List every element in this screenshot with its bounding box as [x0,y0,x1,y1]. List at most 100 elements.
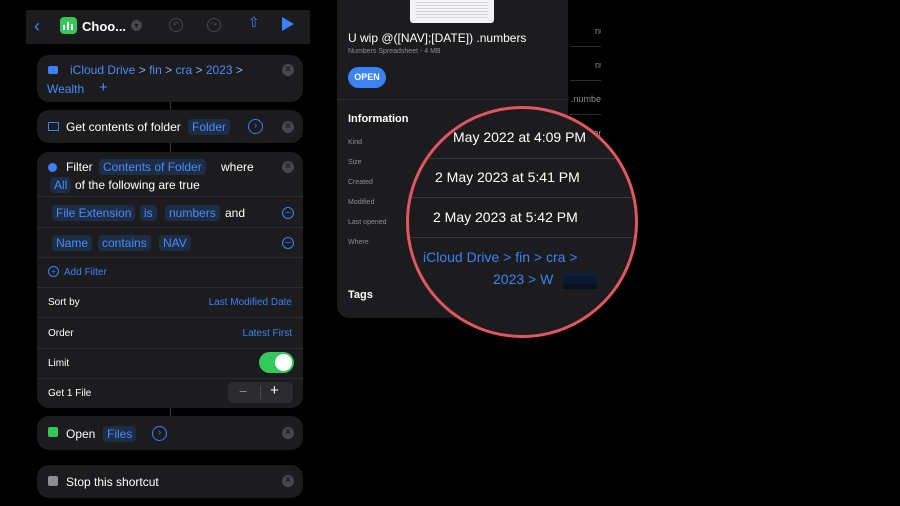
remove-condition-icon[interactable]: – [282,237,294,249]
share-icon[interactable]: ⇧ [248,14,260,31]
path-separator: > [165,63,173,77]
folder-list-icon [48,122,59,131]
numbers-app-icon [48,427,58,437]
divider [570,46,601,47]
magnifier-loupe: May 2022 at 4:09 PM 2 May 2023 at 5:41 P… [406,106,638,338]
shortcut-editor: ‹ Choo... ▾ ↶ ↷ ⇧ iCloud Drive > fin > c… [26,0,310,506]
redo-icon[interactable]: ↷ [207,18,221,32]
divider [37,227,303,228]
add-filter-button[interactable]: Add Filter [64,267,107,278]
chevron-right-icon[interactable]: › [248,119,263,134]
magnified-modified-date: 2 May 2023 at 5:41 PM [435,169,580,185]
condition-operator[interactable]: contains [98,235,151,251]
thumbnail-grid [416,2,488,19]
information-heading: Information [348,113,409,125]
shortcut-title[interactable]: Choo... [82,19,126,34]
condition-field[interactable]: Name [52,235,93,251]
condition-value[interactable]: NAV [159,235,191,251]
folder-icon [48,66,58,74]
remove-action-icon[interactable]: × [282,427,294,439]
background-file-name: numbers [595,60,601,70]
filter-action-card[interactable]: Filter Contents of Folder where All of t… [37,152,303,408]
divider [570,80,601,81]
background-file-name: .numbe [571,94,601,104]
decrement-icon[interactable]: − [239,383,247,399]
divider [570,114,601,115]
sort-by-value[interactable]: Last Modified Date [209,297,292,308]
info-where-label: Where [348,239,369,246]
magnified-where-path[interactable]: 2023 > W [493,271,553,287]
remove-action-icon[interactable]: × [282,121,294,133]
play-icon[interactable] [282,17,294,31]
remove-condition-icon[interactable]: – [282,207,294,219]
divider [409,158,635,159]
path-segment: cra [175,63,193,77]
remove-action-icon[interactable]: × [282,64,294,76]
condition-operator[interactable]: is [140,205,157,221]
following-label: of the following are true [75,178,200,192]
filter-icon [48,163,57,172]
open-button[interactable]: OPEN [348,67,386,88]
chevron-right-icon[interactable]: › [152,426,167,441]
stop-icon [48,476,58,486]
path-separator: > [138,63,146,77]
open-action-card[interactable]: Open Files › × [37,416,303,450]
increment-icon[interactable]: + [270,382,279,399]
stepper-divider [260,386,261,399]
get-contents-action-card[interactable]: Get contents of folder Folder › × [37,110,303,143]
path-separator: > [235,63,243,77]
action-connector [170,102,171,110]
sort-by-label: Sort by [48,297,80,308]
tags-heading: Tags [348,289,373,301]
files-variable-token[interactable]: Files [103,426,137,442]
path-segment: iCloud Drive [70,63,136,77]
contents-variable-token[interactable]: Contents of Folder [99,159,206,175]
divider [37,287,303,288]
divider [37,348,303,349]
remove-action-icon[interactable]: × [282,475,294,487]
divider [37,196,303,197]
divider [37,378,303,379]
path-separator: > [195,63,203,77]
chevron-down-icon[interactable]: ▾ [131,20,142,31]
stop-action-card[interactable]: Stop this shortcut × [37,465,303,498]
info-size-label: Size [348,159,362,166]
limit-label: Limit [48,358,70,369]
limit-toggle[interactable] [259,352,294,373]
path-segment[interactable]: Wealth [47,82,84,96]
magnified-last-opened-date: 2 May 2023 at 5:42 PM [433,209,578,225]
divider [37,257,303,258]
toggle-knob [275,354,292,371]
folder-path[interactable]: iCloud Drive > fin > cra > 2023 > [70,63,243,77]
add-path-button[interactable]: + [99,79,108,96]
condition-value[interactable]: numbers [165,205,220,221]
folder-variable-token[interactable]: Folder [188,119,231,135]
divider [337,99,568,100]
folder-action-card[interactable]: iCloud Drive > fin > cra > 2023 > Wealth… [37,55,303,102]
count-stepper[interactable]: − + [228,382,293,403]
info-kind-label: Kind [348,139,363,146]
open-label: Open [66,427,96,441]
filter-label: Filter [66,160,93,174]
back-chevron-icon[interactable]: ‹ [34,16,40,37]
undo-icon[interactable]: ↶ [169,18,183,32]
info-last-opened-label: Last opened [348,219,387,226]
divider [409,237,635,238]
condition-joiner: and [225,206,246,220]
condition-field[interactable]: File Extension [52,205,136,221]
info-created-label: Created [348,179,373,186]
action-label: Get contents of folder [66,120,181,134]
plus-circle-icon[interactable]: + [48,266,59,277]
all-any-selector[interactable]: All [50,177,72,193]
divider [37,317,303,318]
get-count-label: Get 1 File [48,388,92,399]
action-connector [170,143,171,152]
magnified-where-path[interactable]: iCloud Drive > fin > cra > [423,249,577,265]
path-segment: 2023 [205,63,233,77]
magnified-created-date: May 2022 at 4:09 PM [453,129,587,145]
order-value[interactable]: Latest First [243,328,292,339]
action-connector [170,408,171,416]
file-name: U wip @([NAV];[DATE]) .numbers [348,31,527,45]
divider [409,197,635,198]
remove-action-icon[interactable]: × [282,161,294,173]
